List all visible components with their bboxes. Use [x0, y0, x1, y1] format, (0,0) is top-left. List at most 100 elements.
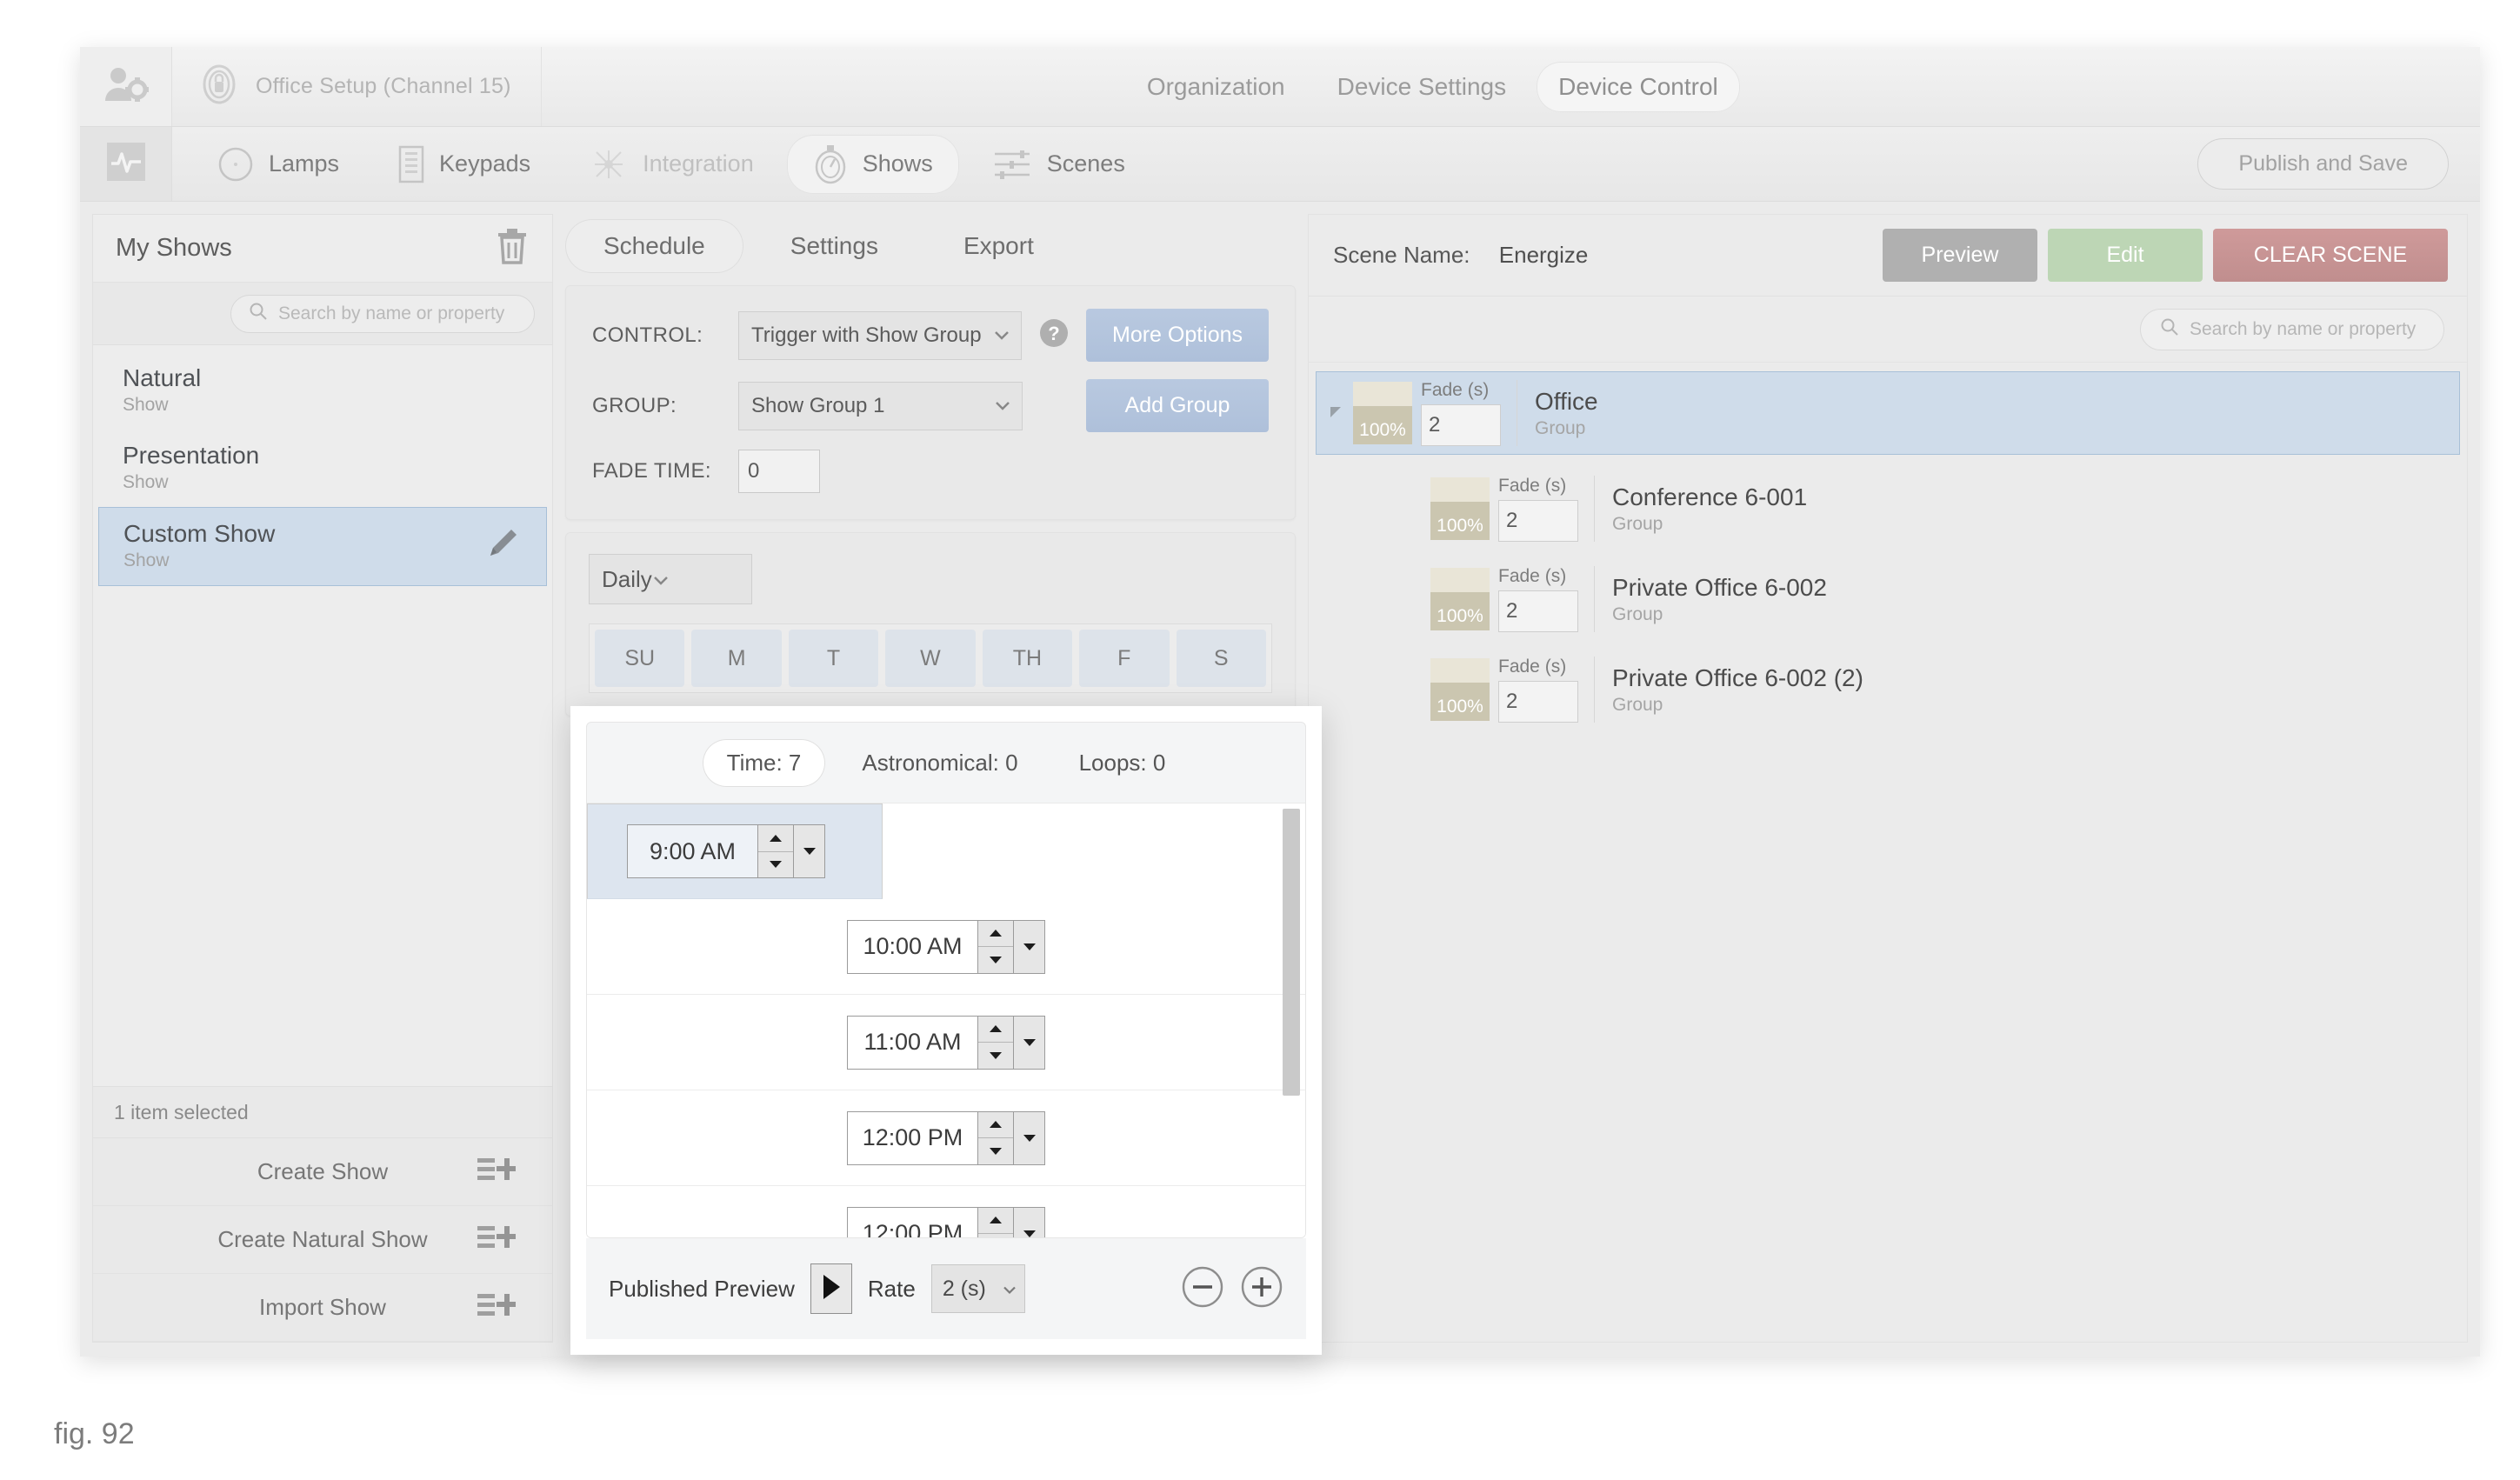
time-dropdown-toggle[interactable]	[1014, 1206, 1045, 1237]
list-item[interactable]: 11:00 AM	[587, 995, 1305, 1090]
plus-circle-icon[interactable]	[1240, 1265, 1283, 1313]
fade-input[interactable]: 2	[1498, 500, 1578, 542]
collapse-caret-icon[interactable]	[1329, 403, 1348, 423]
list-item[interactable]: 12:00 PM	[587, 1090, 1305, 1186]
stepper-down-icon[interactable]	[978, 1233, 1013, 1237]
pencil-icon[interactable]	[485, 524, 522, 565]
table-row[interactable]: 100% Fade (s) 2 Office Group	[1316, 371, 2460, 455]
time-dropdown-toggle[interactable]	[794, 824, 825, 878]
preview-button[interactable]: Preview	[1883, 229, 2037, 282]
stepper-arrows[interactable]	[977, 1015, 1014, 1070]
time-stepper[interactable]: 9:00 AM	[627, 824, 825, 878]
add-group-button[interactable]: Add Group	[1086, 379, 1269, 432]
stepper-up-icon[interactable]	[978, 1208, 1013, 1234]
level-swatch[interactable]: 100%	[1430, 568, 1490, 630]
tab-astronomical[interactable]: Astronomical: 0	[837, 739, 1042, 787]
tab-export[interactable]: Export	[925, 219, 1072, 273]
import-show-button[interactable]: Import Show	[93, 1274, 552, 1342]
stepper-down-icon[interactable]	[978, 946, 1013, 973]
stepper-down-icon[interactable]	[978, 1137, 1013, 1164]
time-dropdown-toggle[interactable]	[1014, 1015, 1045, 1070]
modal-tabs: Time: 7 Astronomical: 0 Loops: 0	[587, 723, 1305, 803]
stepper-arrows[interactable]	[977, 1110, 1014, 1165]
tool-keypads[interactable]: Keypads	[372, 136, 557, 193]
time-value[interactable]: 12:00 PM	[847, 1110, 977, 1165]
time-dropdown-toggle[interactable]	[1014, 919, 1045, 974]
channel-indicator[interactable]: Office Setup (Channel 15)	[172, 47, 542, 126]
tool-lamps[interactable]: Lamps	[191, 137, 365, 192]
group-select[interactable]: Show Group 1	[738, 381, 1023, 430]
more-options-button[interactable]: More Options	[1086, 309, 1269, 362]
user-settings-button[interactable]	[80, 47, 172, 126]
nav-device-control[interactable]: Device Control	[1537, 61, 1740, 112]
time-dropdown-toggle[interactable]	[1014, 1110, 1045, 1165]
time-value[interactable]: 9:00 AM	[627, 824, 757, 878]
day-w[interactable]: W	[885, 630, 976, 687]
edit-button[interactable]: Edit	[2048, 229, 2203, 282]
create-show-button[interactable]: Create Show	[93, 1138, 552, 1206]
stepper-up-icon[interactable]	[758, 825, 793, 851]
help-circle-icon[interactable]: ?	[1039, 318, 1069, 352]
trash-icon[interactable]	[495, 227, 530, 270]
fade-input[interactable]: 2	[1498, 681, 1578, 723]
level-swatch[interactable]: 100%	[1353, 382, 1412, 444]
table-row[interactable]: 100% Fade (s) 2 Conference 6-001 Group	[1309, 463, 2467, 554]
stepper-down-icon[interactable]	[978, 1042, 1013, 1069]
fade-input[interactable]: 2	[1498, 590, 1578, 632]
day-s[interactable]: S	[1176, 630, 1266, 687]
control-select[interactable]: Trigger with Show Group	[738, 310, 1022, 360]
search-icon	[249, 302, 268, 325]
time-value[interactable]: 12:00 PM	[847, 1206, 977, 1237]
frequency-select[interactable]: Daily	[589, 554, 752, 604]
vertical-scrollbar[interactable]	[1283, 809, 1300, 1096]
list-item[interactable]: Presentation Show	[98, 430, 547, 507]
table-row[interactable]: 100% Fade (s) 2 Private Office 6-002 Gro…	[1309, 554, 2467, 644]
level-swatch[interactable]: 100%	[1430, 658, 1490, 721]
list-item-selected[interactable]: Custom Show Show	[98, 507, 547, 586]
stepper-up-icon[interactable]	[978, 1112, 1013, 1138]
list-item[interactable]: 9:00 AM	[587, 803, 883, 899]
level-swatch[interactable]: 100%	[1430, 477, 1490, 540]
time-stepper[interactable]: 12:00 PM	[847, 1110, 1045, 1165]
nav-organization[interactable]: Organization	[1125, 62, 1307, 112]
day-su[interactable]: SU	[595, 630, 685, 687]
publish-and-save-button[interactable]: Publish and Save	[2197, 138, 2449, 190]
rate-select[interactable]: 2 (s)	[930, 1264, 1025, 1313]
day-th[interactable]: TH	[982, 630, 1073, 687]
list-item[interactable]: 12:00 PM	[587, 1186, 1305, 1237]
stepper-arrows[interactable]	[977, 919, 1014, 974]
stepper-arrows[interactable]	[977, 1206, 1014, 1237]
tab-time[interactable]: Time: 7	[702, 738, 826, 787]
time-value[interactable]: 11:00 AM	[847, 1015, 977, 1070]
time-stepper[interactable]: 10:00 AM	[847, 919, 1045, 974]
tool-shows[interactable]: Shows	[786, 134, 959, 194]
day-f[interactable]: F	[1079, 630, 1170, 687]
fade-input[interactable]: 2	[1421, 404, 1501, 446]
stepper-up-icon[interactable]	[978, 921, 1013, 947]
tool-integration[interactable]: Integration	[563, 136, 780, 193]
activity-button[interactable]	[80, 127, 172, 201]
tab-loops[interactable]: Loops: 0	[1055, 739, 1190, 787]
create-natural-show-button[interactable]: Create Natural Show	[93, 1206, 552, 1274]
stepper-down-icon[interactable]	[758, 850, 793, 878]
day-t[interactable]: T	[788, 630, 879, 687]
fade-time-input[interactable]: 0	[738, 450, 820, 493]
play-button[interactable]	[810, 1263, 852, 1314]
time-stepper[interactable]: 11:00 AM	[847, 1015, 1045, 1070]
scene-search-input[interactable]: Search by name or property	[2140, 308, 2444, 350]
minus-circle-icon[interactable]	[1181, 1265, 1224, 1313]
search-input[interactable]: Search by name or property	[230, 294, 535, 333]
tab-schedule[interactable]: Schedule	[565, 219, 743, 273]
clear-scene-button[interactable]: CLEAR SCENE	[2213, 229, 2448, 282]
tab-settings[interactable]: Settings	[752, 219, 917, 273]
stepper-up-icon[interactable]	[978, 1017, 1013, 1043]
table-row[interactable]: 100% Fade (s) 2 Private Office 6-002 (2)…	[1309, 644, 2467, 735]
nav-device-settings[interactable]: Device Settings	[1316, 62, 1529, 112]
list-item[interactable]: 10:00 AM	[587, 899, 1305, 995]
time-stepper[interactable]: 12:00 PM	[847, 1206, 1045, 1237]
stepper-arrows[interactable]	[757, 824, 794, 878]
day-m[interactable]: M	[691, 630, 782, 687]
tool-scenes[interactable]: Scenes	[966, 137, 1151, 191]
list-item[interactable]: Natural Show	[98, 352, 547, 430]
time-value[interactable]: 10:00 AM	[847, 919, 977, 974]
